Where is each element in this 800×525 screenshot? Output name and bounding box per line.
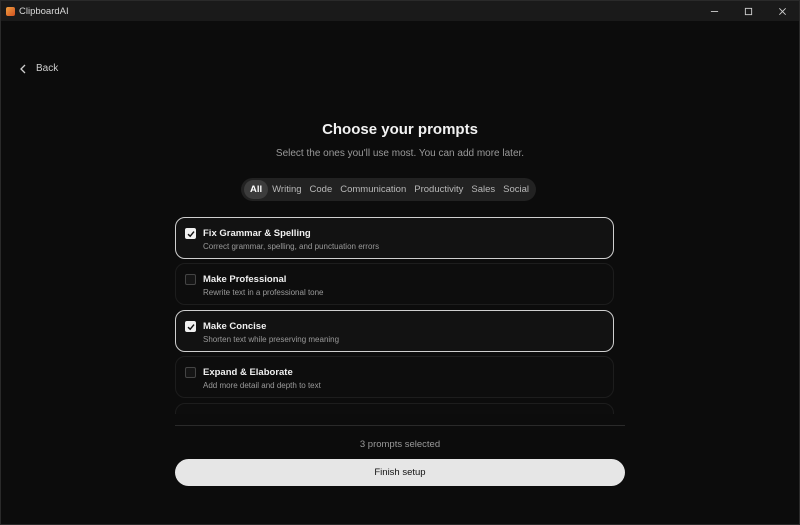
prompt-item[interactable] <box>175 403 614 414</box>
title-bar: ClipboardAI <box>1 1 799 21</box>
prompt-item[interactable]: Make Concise Shorten text while preservi… <box>175 310 614 352</box>
prompt-description: Add more detail and depth to text <box>203 381 321 390</box>
back-label: Back <box>36 63 59 74</box>
tab-code[interactable]: Code <box>306 180 337 199</box>
checkbox[interactable] <box>185 321 196 332</box>
tab-writing[interactable]: Writing <box>268 180 305 199</box>
prompt-item[interactable]: Expand & Elaborate Add more detail and d… <box>175 356 614 398</box>
window-title: ClipboardAI <box>19 5 69 17</box>
check-icon <box>187 324 195 331</box>
window-controls <box>697 1 799 21</box>
prompt-item[interactable]: Fix Grammar & Spelling Correct grammar, … <box>175 217 614 259</box>
selected-count: 3 prompts selected <box>359 439 441 450</box>
prompt-description: Rewrite text in a professional tone <box>203 288 324 297</box>
checkbox[interactable] <box>185 228 196 239</box>
maximize-icon[interactable] <box>731 1 765 21</box>
app-window: ClipboardAI Back Choose your prompts Sel… <box>0 0 800 525</box>
prompt-title: Expand & Elaborate <box>203 367 293 378</box>
prompt-description: Shorten text while preserving meaning <box>203 335 340 344</box>
checkbox[interactable] <box>185 274 196 285</box>
page-subtitle: Select the ones you'll use most. You can… <box>275 148 525 159</box>
checkbox[interactable] <box>185 367 196 378</box>
minimize-icon[interactable] <box>697 1 731 21</box>
tab-productivity[interactable]: Productivity <box>410 180 467 199</box>
tab-communication[interactable]: Communication <box>336 180 410 199</box>
footer-divider <box>175 425 625 426</box>
prompt-description: Correct grammar, spelling, and punctuati… <box>203 242 380 251</box>
page-title: Choose your prompts <box>322 121 478 138</box>
prompt-list: Fix Grammar & Spelling Correct grammar, … <box>175 216 615 414</box>
prompt-item[interactable]: Make Professional Rewrite text in a prof… <box>175 263 614 305</box>
tab-all[interactable]: All <box>244 180 269 199</box>
chevron-left-icon <box>20 64 26 73</box>
check-icon <box>187 231 195 238</box>
app-logo-icon <box>6 6 15 16</box>
prompt-title: Make Professional <box>203 274 287 285</box>
close-icon[interactable] <box>765 1 799 21</box>
tab-sales[interactable]: Sales <box>467 180 499 199</box>
tab-social[interactable]: Social <box>499 180 533 199</box>
prompt-title: Make Concise <box>203 321 267 332</box>
finish-setup-button[interactable]: Finish setup <box>175 459 625 486</box>
category-tabs: All Writing Code Communication Productiv… <box>241 178 536 201</box>
prompt-title: Fix Grammar & Spelling <box>203 228 311 239</box>
back-button[interactable]: Back <box>19 63 58 74</box>
